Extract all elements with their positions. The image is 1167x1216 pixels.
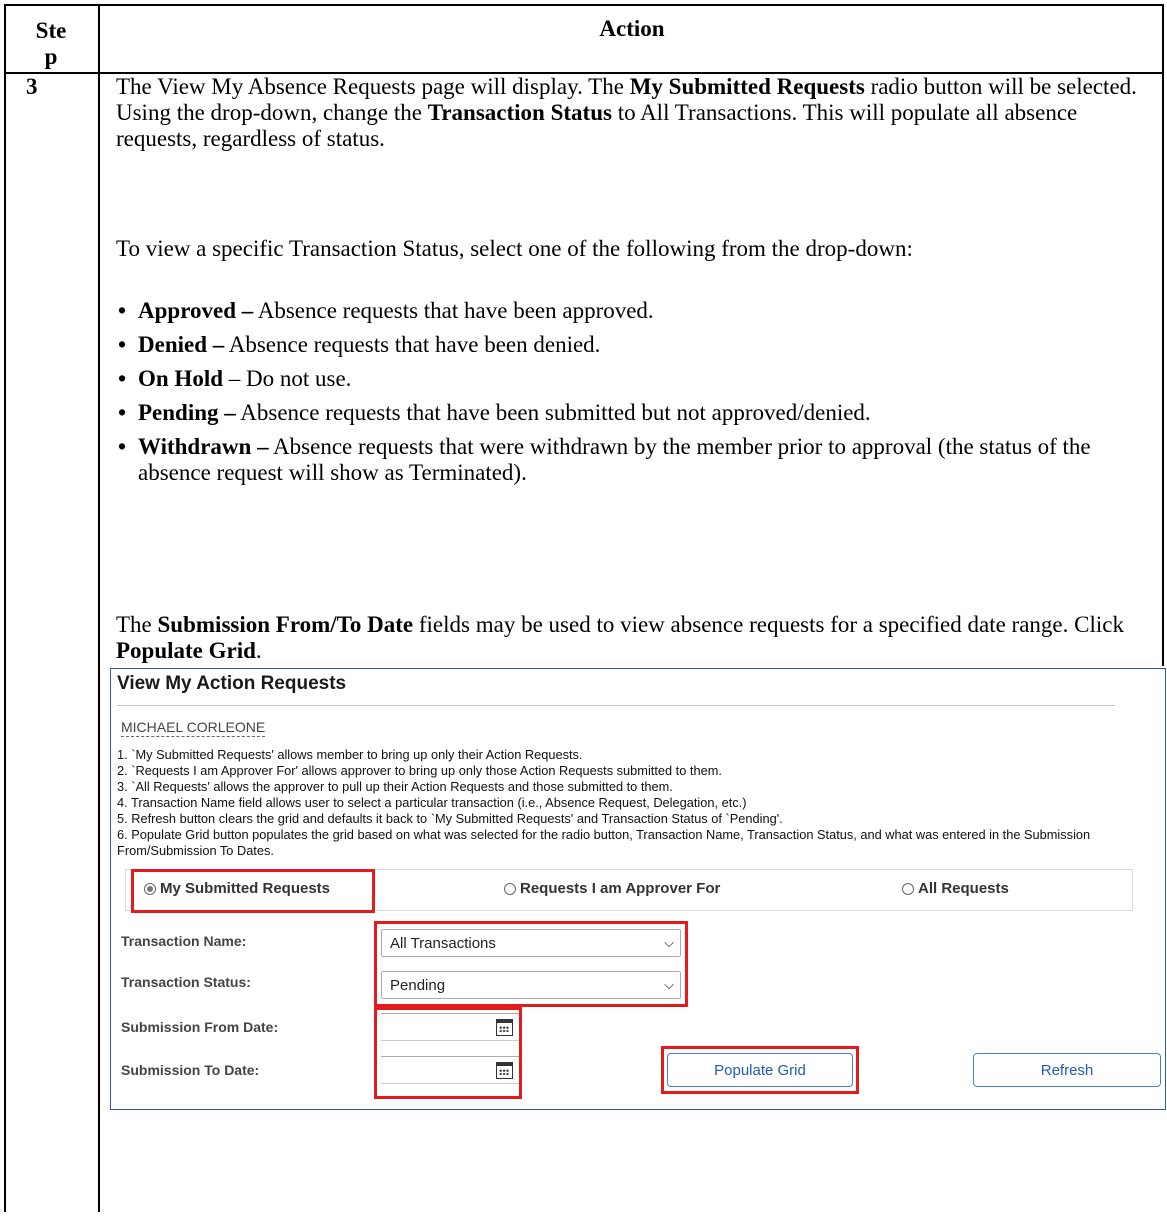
table-border-top: [4, 4, 1164, 6]
para3-text-2: fields may be used to view absence reque…: [413, 612, 1124, 637]
instruction-paragraph-2: To view a specific Transaction Status, s…: [116, 236, 913, 261]
header-action-label: Action: [599, 16, 665, 41]
instruction-paragraph-1: The View My Absence Requests page will d…: [116, 74, 1146, 152]
list-item: 3. `All Requests' allows the approver to…: [117, 779, 673, 794]
bullet-description: Absence requests that have been denied.: [224, 332, 601, 357]
bullet-description: – Do not use.: [223, 366, 352, 391]
list-item: Approved – Absence requests that have be…: [116, 298, 1156, 324]
radio-requests-i-am-approver-for[interactable]: Requests I am Approver For: [504, 880, 720, 897]
status-options-list: Approved – Absence requests that have be…: [116, 298, 1156, 494]
bullet-term: Withdrawn –: [138, 434, 269, 459]
page-title: View My Action Requests: [117, 673, 347, 694]
radio-all-requests[interactable]: All Requests: [902, 880, 1009, 897]
highlight-my-submitted-requests: [131, 869, 375, 913]
embedded-screenshot: View My Action Requests MICHAEL CORLEONE…: [110, 668, 1166, 1110]
radio-button-icon[interactable]: [902, 882, 914, 895]
submission-to-date-label: Submission To Date:: [121, 1062, 260, 1078]
table-border-left: [4, 4, 6, 1212]
radio-button-icon[interactable]: [504, 882, 516, 895]
table-border-right: [1162, 4, 1164, 666]
instruction-paragraph-3: The Submission From/To Date fields may b…: [116, 612, 1146, 664]
bullet-description: Absence requests that have been submitte…: [235, 400, 871, 425]
para3-text-1: The: [116, 612, 158, 637]
header-step-text-2: p: [44, 44, 58, 69]
list-item: 6. Populate Grid button populates the gr…: [117, 827, 1091, 858]
bullet-description: Absence requests that were withdrawn by …: [138, 434, 1091, 485]
para1-bold-2: Transaction Status: [427, 100, 612, 125]
highlight-transaction-dropdowns: [374, 921, 688, 1007]
bullet-term: On Hold: [138, 366, 224, 391]
table-column-divider: [98, 4, 100, 1212]
radio-label: Requests I am Approver For: [520, 880, 721, 897]
bullet-term: Approved –: [138, 298, 254, 323]
para1-text-1: The View My Absence Requests page will d…: [116, 74, 630, 99]
highlight-date-fields: [374, 1007, 522, 1099]
list-item: Pending – Absence requests that have bee…: [116, 400, 1156, 426]
list-item: 2. `Requests I am Approver For' allows a…: [117, 763, 722, 778]
para3-text-3: .: [255, 638, 262, 663]
step-number: 3: [26, 74, 38, 99]
list-item: On Hold – Do not use.: [116, 366, 1156, 392]
title-divider: [117, 705, 1115, 706]
refresh-button[interactable]: Refresh: [973, 1053, 1161, 1087]
list-item: 4. Transaction Name field allows user to…: [117, 795, 747, 810]
para1-bold-1: My Submitted Requests: [629, 74, 865, 99]
list-item: Denied – Absence requests that have been…: [116, 332, 1156, 358]
member-name: MICHAEL CORLEONE: [121, 719, 266, 737]
list-item: 1. `My Submitted Requests' allows member…: [117, 747, 583, 762]
list-item: Withdrawn – Absence requests that were w…: [116, 434, 1156, 486]
bullet-term: Denied –: [138, 332, 225, 357]
highlight-populate-grid-button: [661, 1046, 859, 1094]
bullet-description: Absence requests that have been approved…: [253, 298, 654, 323]
help-notes-list: 1. `My Submitted Requests' allows member…: [117, 747, 1162, 859]
para3-bold-2: Populate Grid: [116, 638, 256, 663]
list-item: 5. Refresh button clears the grid and de…: [117, 811, 783, 826]
transaction-name-label: Transaction Name:: [121, 933, 247, 949]
radio-label: All Requests: [918, 880, 1009, 897]
submission-from-date-label: Submission From Date:: [121, 1019, 279, 1035]
header-step-label: Ste p: [26, 18, 76, 70]
transaction-status-label: Transaction Status:: [121, 974, 251, 990]
header-step-text-1: Ste: [35, 18, 67, 43]
para3-bold-1: Submission From/To Date: [157, 612, 414, 637]
bullet-term: Pending –: [138, 400, 236, 425]
